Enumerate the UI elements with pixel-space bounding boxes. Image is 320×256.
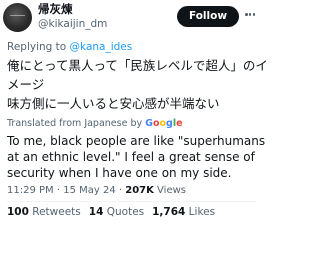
avatar-glasses-detail: [10, 15, 25, 20]
retweets-stat[interactable]: 100 Retweets: [7, 206, 81, 218]
tweet-date[interactable]: 15 May 24: [63, 185, 115, 196]
google-logo: Google: [145, 118, 183, 129]
reply-mention-link[interactable]: @kana_ides: [70, 41, 133, 53]
quotes-count: 14: [88, 206, 104, 218]
translation-text-line: To me, black people are like "superhuman…: [7, 134, 266, 148]
original-text-line: 味方側に一人いると安心感が半端ない: [7, 96, 220, 111]
reply-context: Replying to @kana_ides: [7, 40, 132, 54]
follow-button[interactable]: Follow: [177, 6, 239, 27]
quotes-stat[interactable]: 14 Quotes: [89, 206, 144, 218]
views-label: Views: [153, 185, 186, 196]
author-username[interactable]: @kikaijin_dm: [38, 17, 107, 31]
reply-context-prefix: Replying to: [7, 41, 70, 53]
translation-text-line: security when I have one on my side.: [7, 166, 232, 180]
likes-stat[interactable]: 1,764 Likes: [152, 206, 215, 218]
views-count: 207K: [125, 185, 154, 196]
retweets-count: 100: [7, 206, 29, 218]
meta-separator: ·: [53, 185, 64, 196]
translated-from-label: Translated from Japanese by: [7, 118, 143, 129]
more-options-icon[interactable]: [245, 13, 256, 17]
avatar[interactable]: [3, 3, 32, 32]
divider: [7, 201, 256, 202]
quotes-label: Quotes: [103, 206, 145, 218]
original-text-line: メージ: [7, 77, 45, 92]
tweet-stats: 100 Retweets 14 Quotes 1,764 Likes: [7, 205, 215, 219]
tweet-original-text: 俺にとって黒人って「民族レベルで超人」のイ メージ 味方側に一人いると安心感が半…: [7, 56, 268, 113]
original-text-line: 俺にとって黒人って「民族レベルで超人」のイ: [7, 58, 268, 73]
likes-label: Likes: [185, 206, 216, 218]
author-display-name[interactable]: 帰灰煉: [38, 2, 73, 17]
retweets-label: Retweets: [28, 206, 81, 218]
tweet-translation-text: To me, black people are like "superhuman…: [7, 133, 266, 181]
tweet-time[interactable]: 11:29 PM: [7, 185, 54, 196]
likes-count: 1,764: [152, 206, 186, 218]
translation-attribution[interactable]: Translated from Japanese by Google: [7, 117, 183, 130]
meta-separator: ·: [115, 185, 126, 196]
tweet-meta: 11:29 PM · 15 May 24 · 207K Views: [7, 184, 186, 198]
translation-text-line: at an ethnic level." I feel a great sens…: [7, 150, 255, 164]
